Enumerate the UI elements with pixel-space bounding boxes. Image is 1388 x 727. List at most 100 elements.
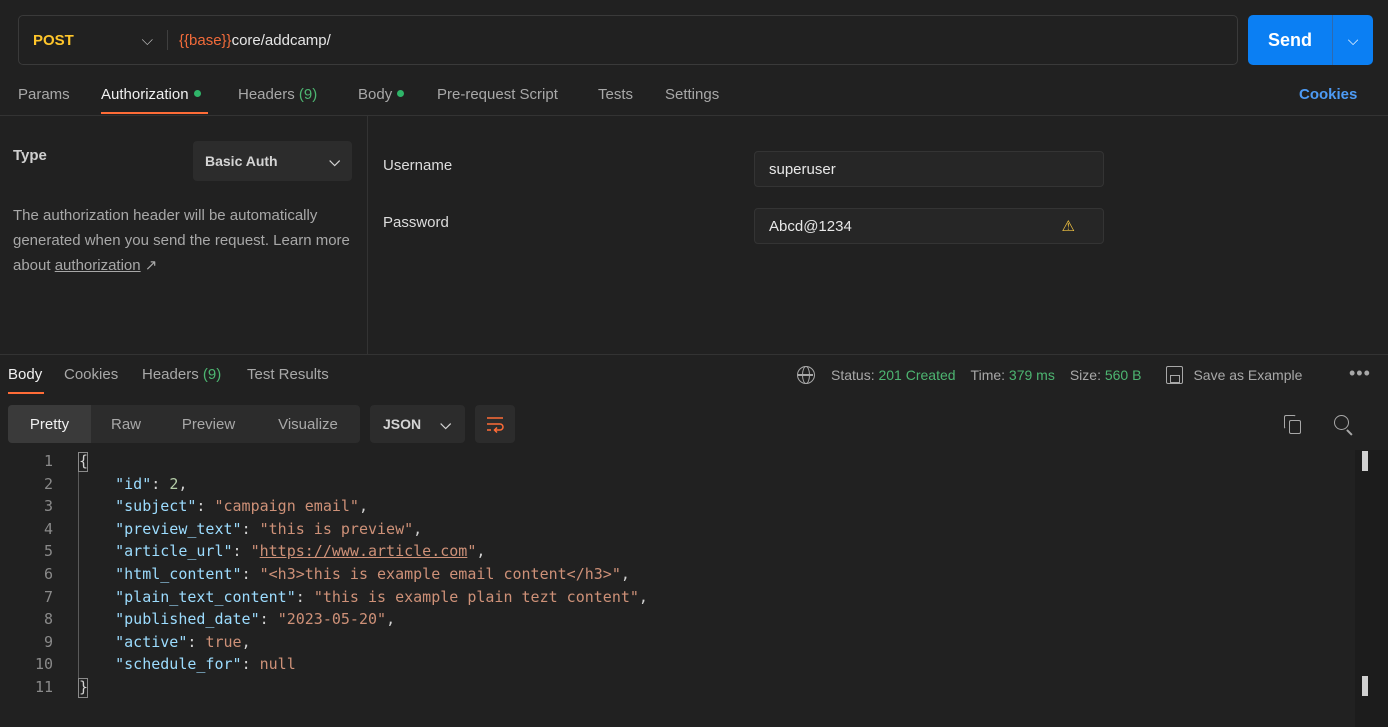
tab-label: Headers <box>142 366 199 383</box>
response-meta: Status: 201 Created Time: 379 ms Size: 5… <box>797 366 1302 384</box>
active-dot-icon <box>397 90 405 97</box>
pane-divider <box>367 116 368 354</box>
url-variable: {{base}} <box>179 31 232 49</box>
search-icon[interactable] <box>1334 415 1354 436</box>
time-label: Time: <box>970 367 1006 383</box>
url-input[interactable]: {{base}} core/addcamp/ <box>179 16 331 64</box>
chevron-down-icon: ⌵ <box>1347 31 1359 48</box>
warning-icon[interactable]: ⚠ <box>1062 217 1075 235</box>
headers-count: (9) <box>298 86 318 103</box>
headers-count: (9) <box>202 366 222 383</box>
scrollbar-thumb-top[interactable] <box>1362 451 1368 471</box>
tab-headers[interactable]: Headers (9) <box>238 86 317 108</box>
send-button[interactable]: Send <box>1248 15 1332 65</box>
send-button-group: Send ⌵ <box>1248 15 1373 65</box>
active-tab-indicator <box>101 112 208 114</box>
json-url-link[interactable]: https://www.article.com <box>260 542 468 560</box>
save-icon <box>1166 366 1184 384</box>
time-value[interactable]: 379 ms <box>1009 367 1055 383</box>
scrollbar[interactable] <box>1355 450 1388 727</box>
line-number: 3 <box>43 497 53 516</box>
active-tab-indicator <box>8 392 44 394</box>
format-toggle-group: Pretty Raw Preview Visualize <box>8 405 360 443</box>
json-line: "subject": "campaign email", <box>115 497 368 516</box>
tab-label: Params <box>18 86 70 103</box>
copy-icon[interactable] <box>1284 415 1302 435</box>
send-options-button[interactable]: ⌵ <box>1333 15 1373 65</box>
password-field[interactable]: Abcd@1234 ⚠ <box>754 208 1104 244</box>
auth-description: The authorization header will be automat… <box>13 203 353 278</box>
tab-body[interactable]: Body <box>358 86 405 108</box>
size-value[interactable]: 560 B <box>1105 367 1142 383</box>
line-number: 1 <box>43 452 53 470</box>
response-tab-test-results[interactable]: Test Results <box>247 366 329 383</box>
json-key: "subject" <box>115 497 197 516</box>
wrap-icon <box>487 417 504 433</box>
tab-label: Headers <box>238 86 295 103</box>
json-key: "plain_text_content" <box>115 587 296 606</box>
response-body-code[interactable]: 1 2 3 4 5 6 7 8 9 10 11{ "id": 2, "subject": "camp… <box>0 450 1355 700</box>
save-as-example-button[interactable]: Save as Example <box>1193 367 1302 383</box>
json-value: "campaign email" <box>214 497 359 516</box>
json-line: "id": 2, <box>115 474 188 493</box>
json-value: "2023-05-20" <box>277 610 387 629</box>
matching-brace-open <box>78 452 88 472</box>
tab-params[interactable]: Params <box>18 86 70 108</box>
format-preview[interactable]: Preview <box>161 405 256 443</box>
auth-type-value: Basic Auth <box>205 153 278 169</box>
json-value: "<h3>this is example email content</h3>" <box>259 565 621 583</box>
line-number: 8 <box>43 610 53 629</box>
json-line: "preview_text": "this is preview", <box>115 519 423 538</box>
authorization-docs-link[interactable]: authorization <box>55 257 141 274</box>
response-tab-headers[interactable]: Headers (9) <box>142 366 221 383</box>
username-label: Username <box>383 157 453 174</box>
username-field[interactable]: superuser <box>754 151 1104 187</box>
external-link-icon: ↗ <box>144 257 158 274</box>
json-line: "html_content": "<h3>this is example ema… <box>115 565 630 583</box>
divider <box>0 115 1388 116</box>
response-tab-body[interactable]: Body <box>8 366 42 383</box>
auth-type-select[interactable]: Basic Auth ⌵ <box>193 141 352 181</box>
method-select[interactable]: POST ⌵ <box>33 16 153 64</box>
json-value: null <box>259 655 296 674</box>
json-value: 2 <box>169 474 179 493</box>
password-label: Password <box>383 214 449 231</box>
method-label: POST <box>33 31 74 49</box>
cookies-link[interactable]: Cookies <box>1299 86 1357 103</box>
tab-settings[interactable]: Settings <box>665 86 719 108</box>
status-value[interactable]: 201 Created <box>878 367 955 383</box>
matching-brace-close <box>78 678 88 698</box>
line-number: 11 <box>34 678 53 696</box>
tab-label: Settings <box>665 86 720 103</box>
url-separator <box>167 30 168 50</box>
divider <box>0 354 1388 355</box>
format-pretty[interactable]: Pretty <box>8 405 91 443</box>
line-number: 10 <box>34 655 53 674</box>
language-select[interactable]: JSON ⌵ <box>370 405 465 443</box>
format-raw[interactable]: Raw <box>91 405 161 443</box>
language-value: JSON <box>383 416 422 432</box>
size-label: Size: <box>1069 367 1101 383</box>
tab-authorization[interactable]: Authorization <box>101 86 201 108</box>
wrap-lines-button[interactable] <box>475 405 515 443</box>
tab-prerequest-script[interactable]: Pre-request Script <box>437 86 558 108</box>
json-key: "html_content" <box>115 565 242 583</box>
active-dot-icon <box>193 90 201 97</box>
scrollbar-thumb-bottom[interactable] <box>1362 676 1368 696</box>
line-number: 2 <box>43 474 53 493</box>
url-bar[interactable]: POST ⌵ {{base}} core/addcamp/ <box>18 15 1238 65</box>
format-visualize[interactable]: Visualize <box>256 405 360 443</box>
more-options-icon[interactable]: ••• <box>1349 363 1371 384</box>
response-tab-cookies[interactable]: Cookies <box>64 366 118 383</box>
json-key: "active" <box>115 632 188 651</box>
line-number: 9 <box>43 632 53 651</box>
globe-icon[interactable] <box>797 366 815 384</box>
tab-tests[interactable]: Tests <box>598 86 633 108</box>
json-line: "published_date": "2023-05-20", <box>115 610 396 629</box>
json-line: "plain_text_content": "this is example p… <box>115 587 648 606</box>
json-key: "id" <box>115 474 152 493</box>
json-key: "schedule_for" <box>115 655 242 674</box>
username-value: superuser <box>769 160 836 178</box>
chevron-down-icon: ⌵ <box>329 152 340 169</box>
status-label: Status: <box>831 367 875 383</box>
